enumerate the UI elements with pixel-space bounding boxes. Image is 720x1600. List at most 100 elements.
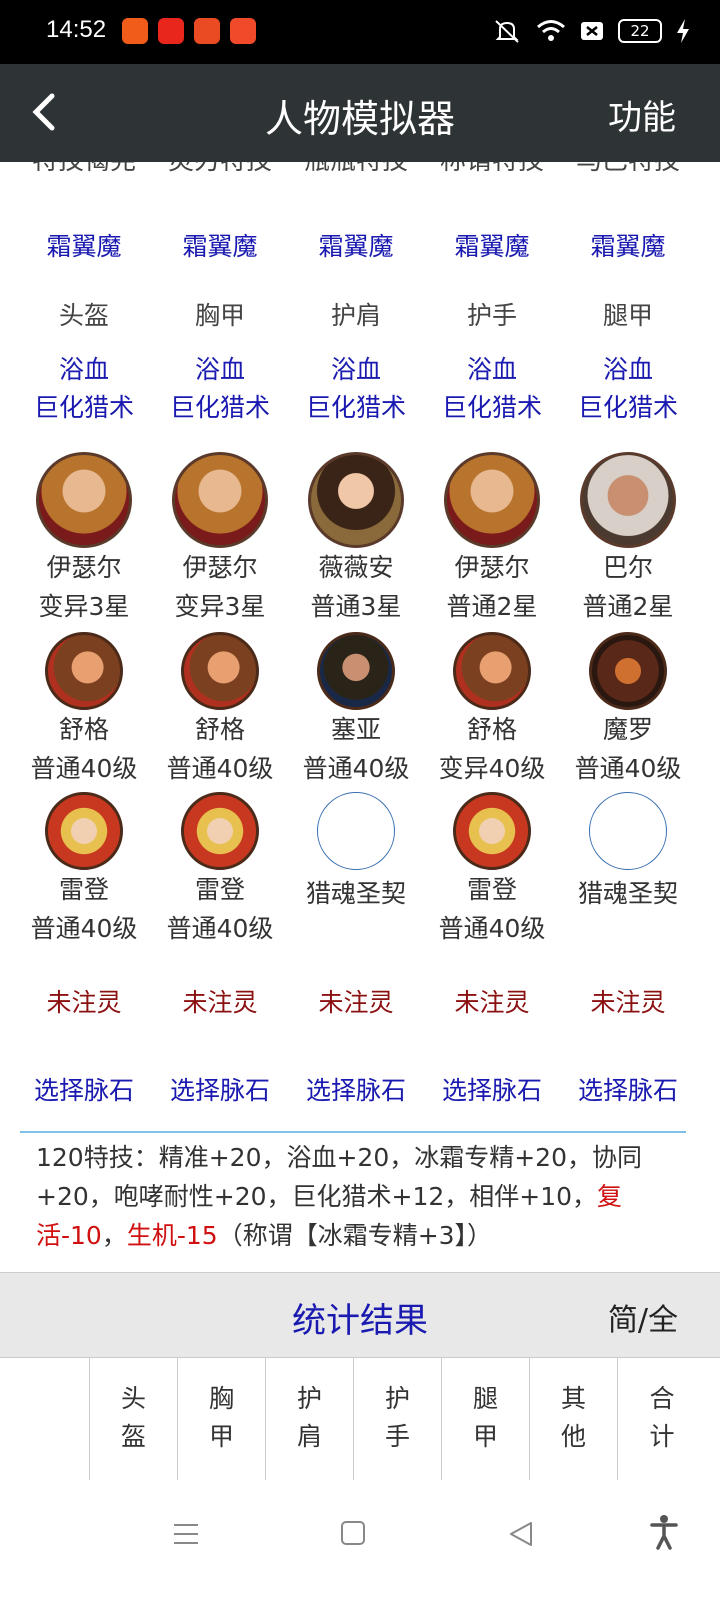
table-header-cell: 护手 (354, 1358, 442, 1480)
pet-avatar (45, 632, 123, 710)
vein-stone-button[interactable]: 选择脉石 (152, 1072, 288, 1110)
table-header-cell: 胸甲 (178, 1358, 266, 1480)
hero-card[interactable]: 伊瑟尔 变异3星 (152, 452, 288, 626)
charging-icon (677, 19, 689, 43)
vein-stone-button[interactable]: 选择脉石 (288, 1072, 424, 1110)
stats-header: 统计结果 简/全 (0, 1272, 720, 1358)
set-cell[interactable]: 霜翼魔 (560, 228, 696, 266)
game-icon (230, 18, 256, 44)
special-skill-cell[interactable]: 称谓特技 (424, 162, 560, 177)
table-header-cell: 护肩 (266, 1358, 354, 1480)
hero-name: 巴尔 (602, 553, 653, 582)
special-skill-cell[interactable]: 瓶瓶特技 (288, 162, 424, 177)
table-header-cell: 头盔 (90, 1358, 178, 1480)
pet-card[interactable]: 舒格 变异40级 (424, 632, 560, 788)
pet-card[interactable]: 雷登 普通40级 (424, 792, 560, 948)
pet-name: 舒格 (194, 715, 245, 744)
stats-toggle-button[interactable]: 简/全 (608, 1295, 678, 1339)
set-cell[interactable]: 霜翼魔 (424, 228, 560, 266)
spirit-row: 未注灵 未注灵 未注灵 未注灵 未注灵 (16, 984, 696, 1022)
pet-avatar (453, 792, 531, 870)
pet-card[interactable]: 猎魂圣契 (560, 792, 696, 948)
pet-name: 魔罗 (602, 715, 653, 744)
pet-name: 舒格 (466, 715, 517, 744)
hero-avatar (36, 452, 132, 548)
system-navigation-bar (0, 1480, 720, 1600)
skill-cell[interactable]: 浴血 巨化猎术 (288, 351, 424, 427)
menu-icon[interactable] (172, 1520, 200, 1548)
vein-stone-button[interactable]: 选择脉石 (560, 1072, 696, 1110)
equipment-slot-row: 头盔 胸甲 护肩 护手 腿甲 (16, 297, 696, 335)
function-menu-button[interactable]: 功能 (608, 90, 676, 139)
pet-row: 雷登 普通40级 雷登 普通40级 猎魂圣契 雷登 普通40级 猎魂圣契 (16, 792, 696, 948)
home-icon[interactable] (340, 1520, 366, 1546)
spirit-cell[interactable]: 未注灵 (424, 984, 560, 1022)
pet-avatar (181, 792, 259, 870)
pet-name: 猎魂圣契 (577, 879, 678, 908)
pet-grade: 普通40级 (30, 914, 138, 943)
pet-name: 雷登 (58, 875, 109, 904)
set-cell[interactable]: 霜翼魔 (152, 228, 288, 266)
pet-card[interactable]: 塞亚 普通40级 (288, 632, 424, 788)
pet-avatar (589, 632, 667, 710)
sim-blocked-icon (581, 22, 603, 40)
hero-avatar (172, 452, 268, 548)
skill-cell[interactable]: 浴血 巨化猎术 (424, 351, 560, 427)
pet-card[interactable]: 雷登 普通40级 (16, 792, 152, 948)
empty-pet-slot (589, 792, 667, 870)
pet-avatar (45, 792, 123, 870)
table-header-cell: 合计 (649, 1384, 675, 1451)
pet-name: 舒格 (58, 715, 109, 744)
simulator-content: 特技偈宪 灵刃特技 瓶瓶特技 称谓特技 马巴特技 霜翼魔 霜翼魔 霜翼魔 霜翼魔… (0, 162, 720, 1480)
pet-card[interactable]: 魔罗 普通40级 (560, 632, 696, 788)
empty-pet-slot (317, 792, 395, 870)
pet-avatar (181, 632, 259, 710)
hero-grade: 变异3星 (38, 592, 130, 621)
hero-avatar (444, 452, 540, 548)
spirit-cell[interactable]: 未注灵 (560, 984, 696, 1022)
special-skill-cell[interactable]: 灵刃特技 (152, 162, 288, 177)
vein-stone-button[interactable]: 选择脉石 (424, 1072, 560, 1110)
slot-label: 头盔 (58, 301, 109, 330)
hero-grade: 普通3星 (310, 592, 402, 621)
set-row: 霜翼魔 霜翼魔 霜翼魔 霜翼魔 霜翼魔 (16, 228, 696, 266)
back-icon[interactable] (508, 1520, 534, 1548)
spirit-cell[interactable]: 未注灵 (288, 984, 424, 1022)
spirit-cell[interactable]: 未注灵 (152, 984, 288, 1022)
status-bar: 14:52 22 (0, 0, 720, 64)
app-header: 人物模拟器 功能 (0, 64, 720, 162)
pet-row: 舒格 普通40级 舒格 普通40级 塞亚 普通40级 舒格 变异40级 魔罗 普… (16, 632, 696, 788)
status-time: 14:52 (46, 16, 107, 43)
mute-icon (495, 20, 519, 43)
set-cell[interactable]: 霜翼魔 (288, 228, 424, 266)
skill-cell[interactable]: 浴血 巨化猎术 (152, 351, 288, 427)
accessibility-icon[interactable] (650, 1514, 678, 1550)
table-header-cell: 其他 (530, 1358, 618, 1480)
spirit-cell[interactable]: 未注灵 (16, 984, 152, 1022)
special-skill-cell[interactable]: 马巴特技 (560, 162, 696, 177)
skill-cell[interactable]: 浴血 巨化猎术 (16, 351, 152, 427)
hero-name: 伊瑟尔 (454, 553, 530, 582)
pet-avatar (317, 632, 395, 710)
skill-cell[interactable]: 浴血 巨化猎术 (560, 351, 696, 427)
vein-stone-button[interactable]: 选择脉石 (16, 1072, 152, 1110)
weibo-icon (158, 18, 184, 44)
pet-card[interactable]: 舒格 普通40级 (152, 632, 288, 788)
slot-label: 腿甲 (602, 301, 653, 330)
pet-name: 塞亚 (330, 715, 381, 744)
hero-card[interactable]: 伊瑟尔 变异3星 (16, 452, 152, 626)
hero-avatar (308, 452, 404, 548)
hero-card[interactable]: 巴尔 普通2星 (560, 452, 696, 626)
hero-card[interactable]: 薇薇安 普通3星 (288, 452, 424, 626)
pet-card[interactable]: 舒格 普通40级 (16, 632, 152, 788)
pet-card[interactable]: 猎魂圣契 (288, 792, 424, 948)
pet-name: 雷登 (194, 875, 245, 904)
skill-summary: 120特技：精准+20，浴血+20，冰霜专精+20，协同+20，咆哮耐性+20，… (36, 1143, 642, 1250)
hero-card[interactable]: 伊瑟尔 普通2星 (424, 452, 560, 626)
pet-grade: 普通40级 (166, 754, 274, 783)
set-cell[interactable]: 霜翼魔 (16, 228, 152, 266)
pet-grade: 普通40级 (302, 754, 410, 783)
special-skill-cell[interactable]: 特技偈宪 (16, 162, 152, 177)
table-header-cell: 腿甲 (442, 1358, 530, 1480)
pet-card[interactable]: 雷登 普通40级 (152, 792, 288, 948)
